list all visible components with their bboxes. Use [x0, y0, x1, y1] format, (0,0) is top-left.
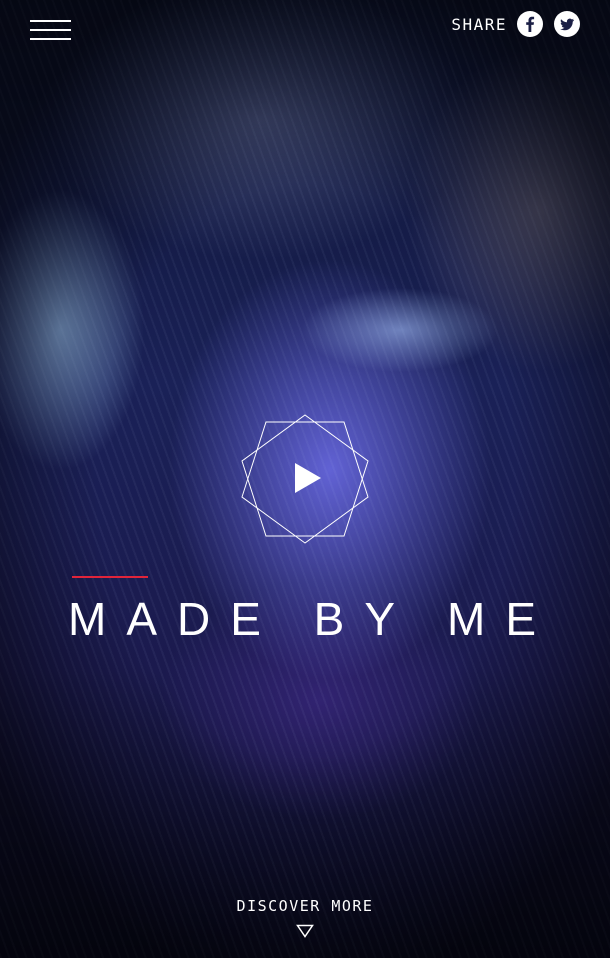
menu-line [30, 29, 71, 31]
twitter-icon[interactable] [554, 11, 580, 37]
share-bar: SHARE [451, 11, 580, 37]
facebook-icon[interactable] [517, 11, 543, 37]
triangle-down-icon [296, 924, 314, 938]
title-accent-line [72, 576, 148, 578]
menu-line [30, 20, 71, 22]
hero-background: SHARE MADE BY ME DISCOVER MORE [0, 0, 610, 958]
play-icon [295, 463, 321, 493]
discover-more-label: DISCOVER MORE [236, 897, 374, 915]
discover-more-button[interactable]: DISCOVER MORE [0, 896, 610, 938]
share-label: SHARE [451, 14, 507, 34]
hero-title: MADE BY ME [68, 593, 556, 645]
pentagon-frame-icon [241, 414, 369, 544]
play-video-button[interactable] [238, 412, 372, 546]
hamburger-menu-icon[interactable] [30, 18, 72, 44]
menu-line [30, 38, 71, 40]
